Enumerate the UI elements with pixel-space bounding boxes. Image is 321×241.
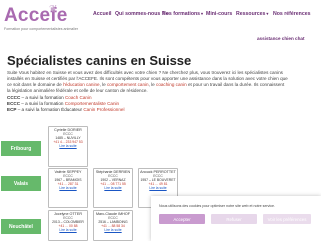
intro-text: ce soit dans le domaine de — [7, 82, 63, 88]
read-more-link[interactable]: Lire la suite — [94, 228, 132, 232]
read-more-link[interactable]: Lire la suite — [49, 186, 87, 190]
legend-text: – a suivi la formation — [20, 95, 65, 100]
specialist-card[interactable]: Stéphanie DERRIEN ECCC 1902 – VERNAZ +41… — [93, 168, 133, 208]
region-label-valais: Valais — [1, 176, 41, 191]
legend-text: – a suivi la formation — [20, 101, 65, 107]
legend-text: – a suivi la formation Éducateur — [16, 107, 84, 113]
nav-item-mini-cours[interactable]: Mini-cours — [206, 11, 232, 17]
specialist-card[interactable]: Marc-Claude IMHOF ECCC 2516 – LAMBOING +… — [93, 210, 133, 241]
nav-item-assistance[interactable]: assistance chien chat — [257, 36, 305, 41]
link-comportementaliste-canin[interactable]: Comportementaliste Canin — [65, 101, 119, 106]
region-label-neuchatel: Neuchâtel — [1, 219, 41, 234]
page-title: Spécialistes canins en Suisse — [7, 53, 192, 68]
cookie-refuse-button[interactable]: Refuser — [211, 214, 257, 224]
chevron-down-icon: ▾ — [201, 11, 204, 16]
link-education-canine[interactable]: l'éducation canine — [63, 82, 100, 87]
brand-tagline: Formation pour comportementalistes anima… — [4, 27, 79, 31]
link-coaching-canin[interactable]: coaching canin — [156, 82, 187, 87]
intro-text: et pour un travail dans la durée. Ils co… — [186, 82, 285, 88]
read-more-link[interactable]: Lire la suite — [49, 228, 87, 232]
nav-item-qui-sommes-nous[interactable]: Qui sommes-nous ?▾ — [115, 11, 168, 17]
legend-code: CCCC — [7, 95, 21, 100]
legend-code: ECCC — [7, 101, 21, 107]
intro-line: la législation animalière fédérale et ce… — [7, 88, 148, 94]
cookie-banner: Nous utilisons des cookies pour optimise… — [151, 196, 321, 241]
logo-paw-icon: ❦ — [49, 4, 58, 15]
specialist-card[interactable]: Valérie SEPPEY ECCC 1967 – BRAMOIS +41 .… — [48, 168, 88, 208]
read-more-link[interactable]: Lire la suite — [49, 144, 87, 148]
main-nav: Accueil Qui sommes-nous ?▾ Nos formation… — [93, 11, 319, 21]
nav-item-label: Nos formations — [162, 11, 201, 17]
cookie-message: Nous utilisons des cookies pour optimise… — [159, 204, 276, 208]
nav-item-ressources[interactable]: Ressources▾ — [236, 11, 268, 17]
intro-text: , le — [99, 82, 107, 88]
nav-item-accueil[interactable]: Accueil — [93, 11, 111, 17]
brand-logo[interactable]: Accefe ❦ Formation pour comportementalis… — [4, 4, 84, 37]
chevron-down-icon: ▾ — [266, 11, 269, 16]
formations-legend: CCCC – a suivi la formation Coach Canin … — [7, 95, 307, 114]
read-more-link[interactable]: Lire la suite — [94, 186, 132, 190]
cookie-accept-button[interactable]: Accepter — [159, 214, 205, 224]
link-comportement-canin[interactable]: comportement canin — [107, 82, 149, 87]
nav-item-formations[interactable]: Nos formations▾ — [162, 11, 203, 17]
intro-paragraph: Suite Vous habitez en Suisse et vous ave… — [7, 70, 319, 94]
link-coach-canin[interactable]: Coach Canin — [65, 95, 92, 100]
link-educateur-canin[interactable]: Canin Professionnel — [83, 107, 124, 112]
legend-ecp: ECP – a suivi la formation Éducateur Can… — [7, 107, 307, 113]
intro-text: , le — [148, 82, 157, 88]
specialist-card[interactable]: Jocelyne OTTER ECCC 2013 – COLOMBIER +41… — [48, 210, 88, 241]
specialist-card[interactable]: Cyrielle DORIER ECCC 1485 – NUVILLY +41 … — [48, 126, 88, 167]
site-header: Accefe ❦ Formation pour comportementalis… — [0, 0, 321, 48]
nav-item-label: Qui sommes-nous ? — [115, 11, 165, 17]
region-label-fribourg: Fribourg — [1, 141, 41, 156]
nav-item-label: Ressources — [236, 11, 266, 17]
brand-name: Accefe — [4, 5, 68, 26]
read-more-link[interactable]: Lire la suite — [139, 186, 177, 190]
cookie-preferences-button[interactable]: Voir les préférences — [263, 214, 311, 224]
nav-item-references[interactable]: Nos références — [273, 11, 311, 17]
